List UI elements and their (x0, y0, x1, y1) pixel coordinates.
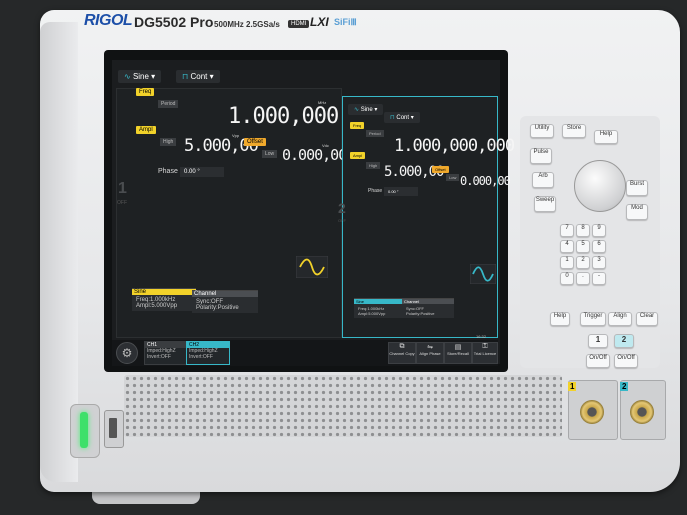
key-6[interactable]: 6 (592, 240, 606, 253)
ch1-offset-unit: Vdc (322, 143, 329, 148)
help-top-button[interactable]: Help (594, 130, 618, 144)
key-2[interactable]: 2 (576, 256, 590, 269)
ch2-sine-preview-icon (470, 264, 496, 284)
ch2-polarity: Polarity:Positive (406, 311, 435, 316)
hdmi-badge: HDMI (288, 20, 310, 28)
trigger-button[interactable]: Trigger (580, 312, 606, 326)
ch2-info-wave: Sine (354, 299, 406, 304)
rotary-knob[interactable] (574, 160, 626, 212)
ch1-output-label: 1 (568, 382, 577, 391)
store-recall-button[interactable]: ▤ Store/Recall (444, 342, 472, 364)
brand-logo: RIGOL (84, 12, 133, 29)
ch1-ampl-tag[interactable]: Ampl (136, 126, 156, 134)
key-dot[interactable]: . (576, 272, 590, 285)
vent-grille (124, 375, 562, 437)
ch1-mode-select[interactable]: ⊓ Cont ▾ (176, 70, 220, 83)
ch2-status-invert: Invert:OFF (189, 354, 213, 360)
utility-button[interactable]: Utility (530, 124, 554, 138)
channel-copy-button[interactable]: ⧉ Channel Copy (388, 342, 416, 364)
clock: 16:32 (476, 334, 487, 339)
key-5[interactable]: 5 (576, 240, 590, 253)
ch1-state: OFF (117, 200, 127, 206)
key-9[interactable]: 9 (592, 224, 606, 237)
trial-licence-button[interactable]: ⚿ Trial Licence (472, 342, 498, 364)
ch1-channel-title: Channel (192, 291, 258, 297)
ch2-onoff-button[interactable]: On/Off (614, 354, 638, 368)
key-1[interactable]: 1 (560, 256, 574, 269)
mod-button[interactable]: Mod (626, 204, 648, 220)
ch1-info-wave: Sine (132, 289, 196, 295)
burst-button[interactable]: Burst (626, 180, 648, 196)
ch1-period-tag[interactable]: Period (158, 100, 179, 108)
key-3[interactable]: 3 (592, 256, 606, 269)
ch2-number: 2 (338, 200, 346, 216)
ch1-freq-tag[interactable]: Freq (136, 88, 155, 96)
ch2-phase-label: Phase (368, 188, 383, 194)
ch1-high-tag[interactable]: High (160, 138, 177, 146)
ch2-low-tag[interactable]: Low (446, 174, 460, 181)
settings-gear-icon[interactable]: ⚙ (116, 342, 138, 364)
store-button[interactable]: Store (562, 124, 586, 138)
align-phase-button[interactable]: ⇋ Align Phase (416, 342, 444, 364)
ch2-wave-info[interactable]: Sine Freq:1.000kHz Ampl:5.000Vpp (354, 298, 406, 318)
ch2-offset-value[interactable]: 0.000,00 (460, 174, 511, 188)
ch1-polarity: Polarity:Positive (196, 305, 239, 311)
sweep-button[interactable]: Sweep (534, 196, 556, 212)
ch2-offset-tag[interactable]: Offset (432, 166, 449, 173)
ch2-freq-tag[interactable]: Freq (350, 122, 365, 129)
ch2-select-button[interactable]: 2 (614, 334, 634, 348)
key-0[interactable]: 0 (560, 272, 574, 285)
ch2-ampl-tag[interactable]: Ampl (350, 152, 366, 159)
ch1-bnc-connector[interactable] (580, 400, 604, 424)
ch1-waveform-select[interactable]: ∿ Sine ▾ (118, 70, 162, 83)
key-8[interactable]: 8 (576, 224, 590, 237)
help-button[interactable]: Help (550, 312, 570, 326)
ch2-bnc-connector[interactable] (630, 400, 654, 424)
ch1-offset-tag[interactable]: Offset (244, 138, 266, 146)
ch2-period-tag[interactable]: Period (366, 130, 384, 137)
key-4[interactable]: 4 (560, 240, 574, 253)
ch1-status-invert: Invert:OFF (147, 354, 171, 360)
key-minus[interactable]: - (592, 272, 606, 285)
ch1-low-tag[interactable]: Low (262, 150, 278, 158)
ch1-onoff-button[interactable]: On/Off (586, 354, 610, 368)
model-name: DG5502 Pro (134, 14, 214, 30)
ch2-status[interactable]: CH2 Imped:HighZ Invert:OFF (186, 341, 230, 365)
ch1-phase-label: Phase (158, 168, 178, 175)
ch1-sine-preview-icon (296, 256, 328, 278)
ch1-freq-unit: MHz (318, 100, 327, 105)
ch1-ampl-unit: Vpp (232, 133, 240, 138)
spec-label: 500MHz 2.5GSa/s (214, 20, 280, 29)
ch2-mode-select[interactable]: ⊓ Cont ▾ (384, 112, 420, 123)
ch1-select-button[interactable]: 1 (588, 334, 608, 348)
lxi-logo: LXI (310, 15, 329, 29)
ch1-channel-info[interactable]: Channel Sync:OFF Polarity:Positive (192, 290, 258, 313)
ch1-number: 1 (118, 180, 127, 197)
power-led-icon (80, 412, 88, 448)
ch2-info-ampl: Ampl:5.000Vpp (358, 311, 386, 316)
ch2-channel-info[interactable]: Channel Sync:OFF Polarity:Positive (402, 298, 454, 318)
arb-button[interactable]: Arb (532, 172, 554, 188)
pulse-button[interactable]: Pulse (530, 148, 552, 164)
ch2-waveform-select[interactable]: ∿ Sine ▾ (348, 104, 384, 115)
ch1-offset-value[interactable]: 0.000,00 (282, 146, 347, 164)
ch2-output-label: 2 (620, 382, 629, 391)
sifi-logo: SiFiⅢ (334, 17, 357, 27)
ch1-wave-info[interactable]: Sine Freq:1.000kHz Ampl:5.000Vpp (132, 288, 196, 311)
align-button[interactable]: Align (608, 312, 632, 326)
key-7[interactable]: 7 (560, 224, 574, 237)
ch2-channel-title: Channel (402, 299, 454, 304)
clear-button[interactable]: Clear (636, 312, 658, 326)
ch2-freq-value[interactable]: 1.000,000,000 (394, 136, 515, 156)
ch1-status[interactable]: CH1 Imped:HighZ Invert:OFF (144, 341, 188, 365)
ch2-high-tag[interactable]: High (366, 162, 381, 169)
usb-slot-icon (109, 418, 117, 438)
ch2-phase-field[interactable]: 0.00 ° (384, 187, 418, 196)
ch1-phase-field[interactable]: 0.00 ° (180, 167, 224, 177)
ch1-info-ampl: Ampl:5.000Vpp (136, 303, 178, 309)
ch2-state: OFF (338, 218, 346, 223)
